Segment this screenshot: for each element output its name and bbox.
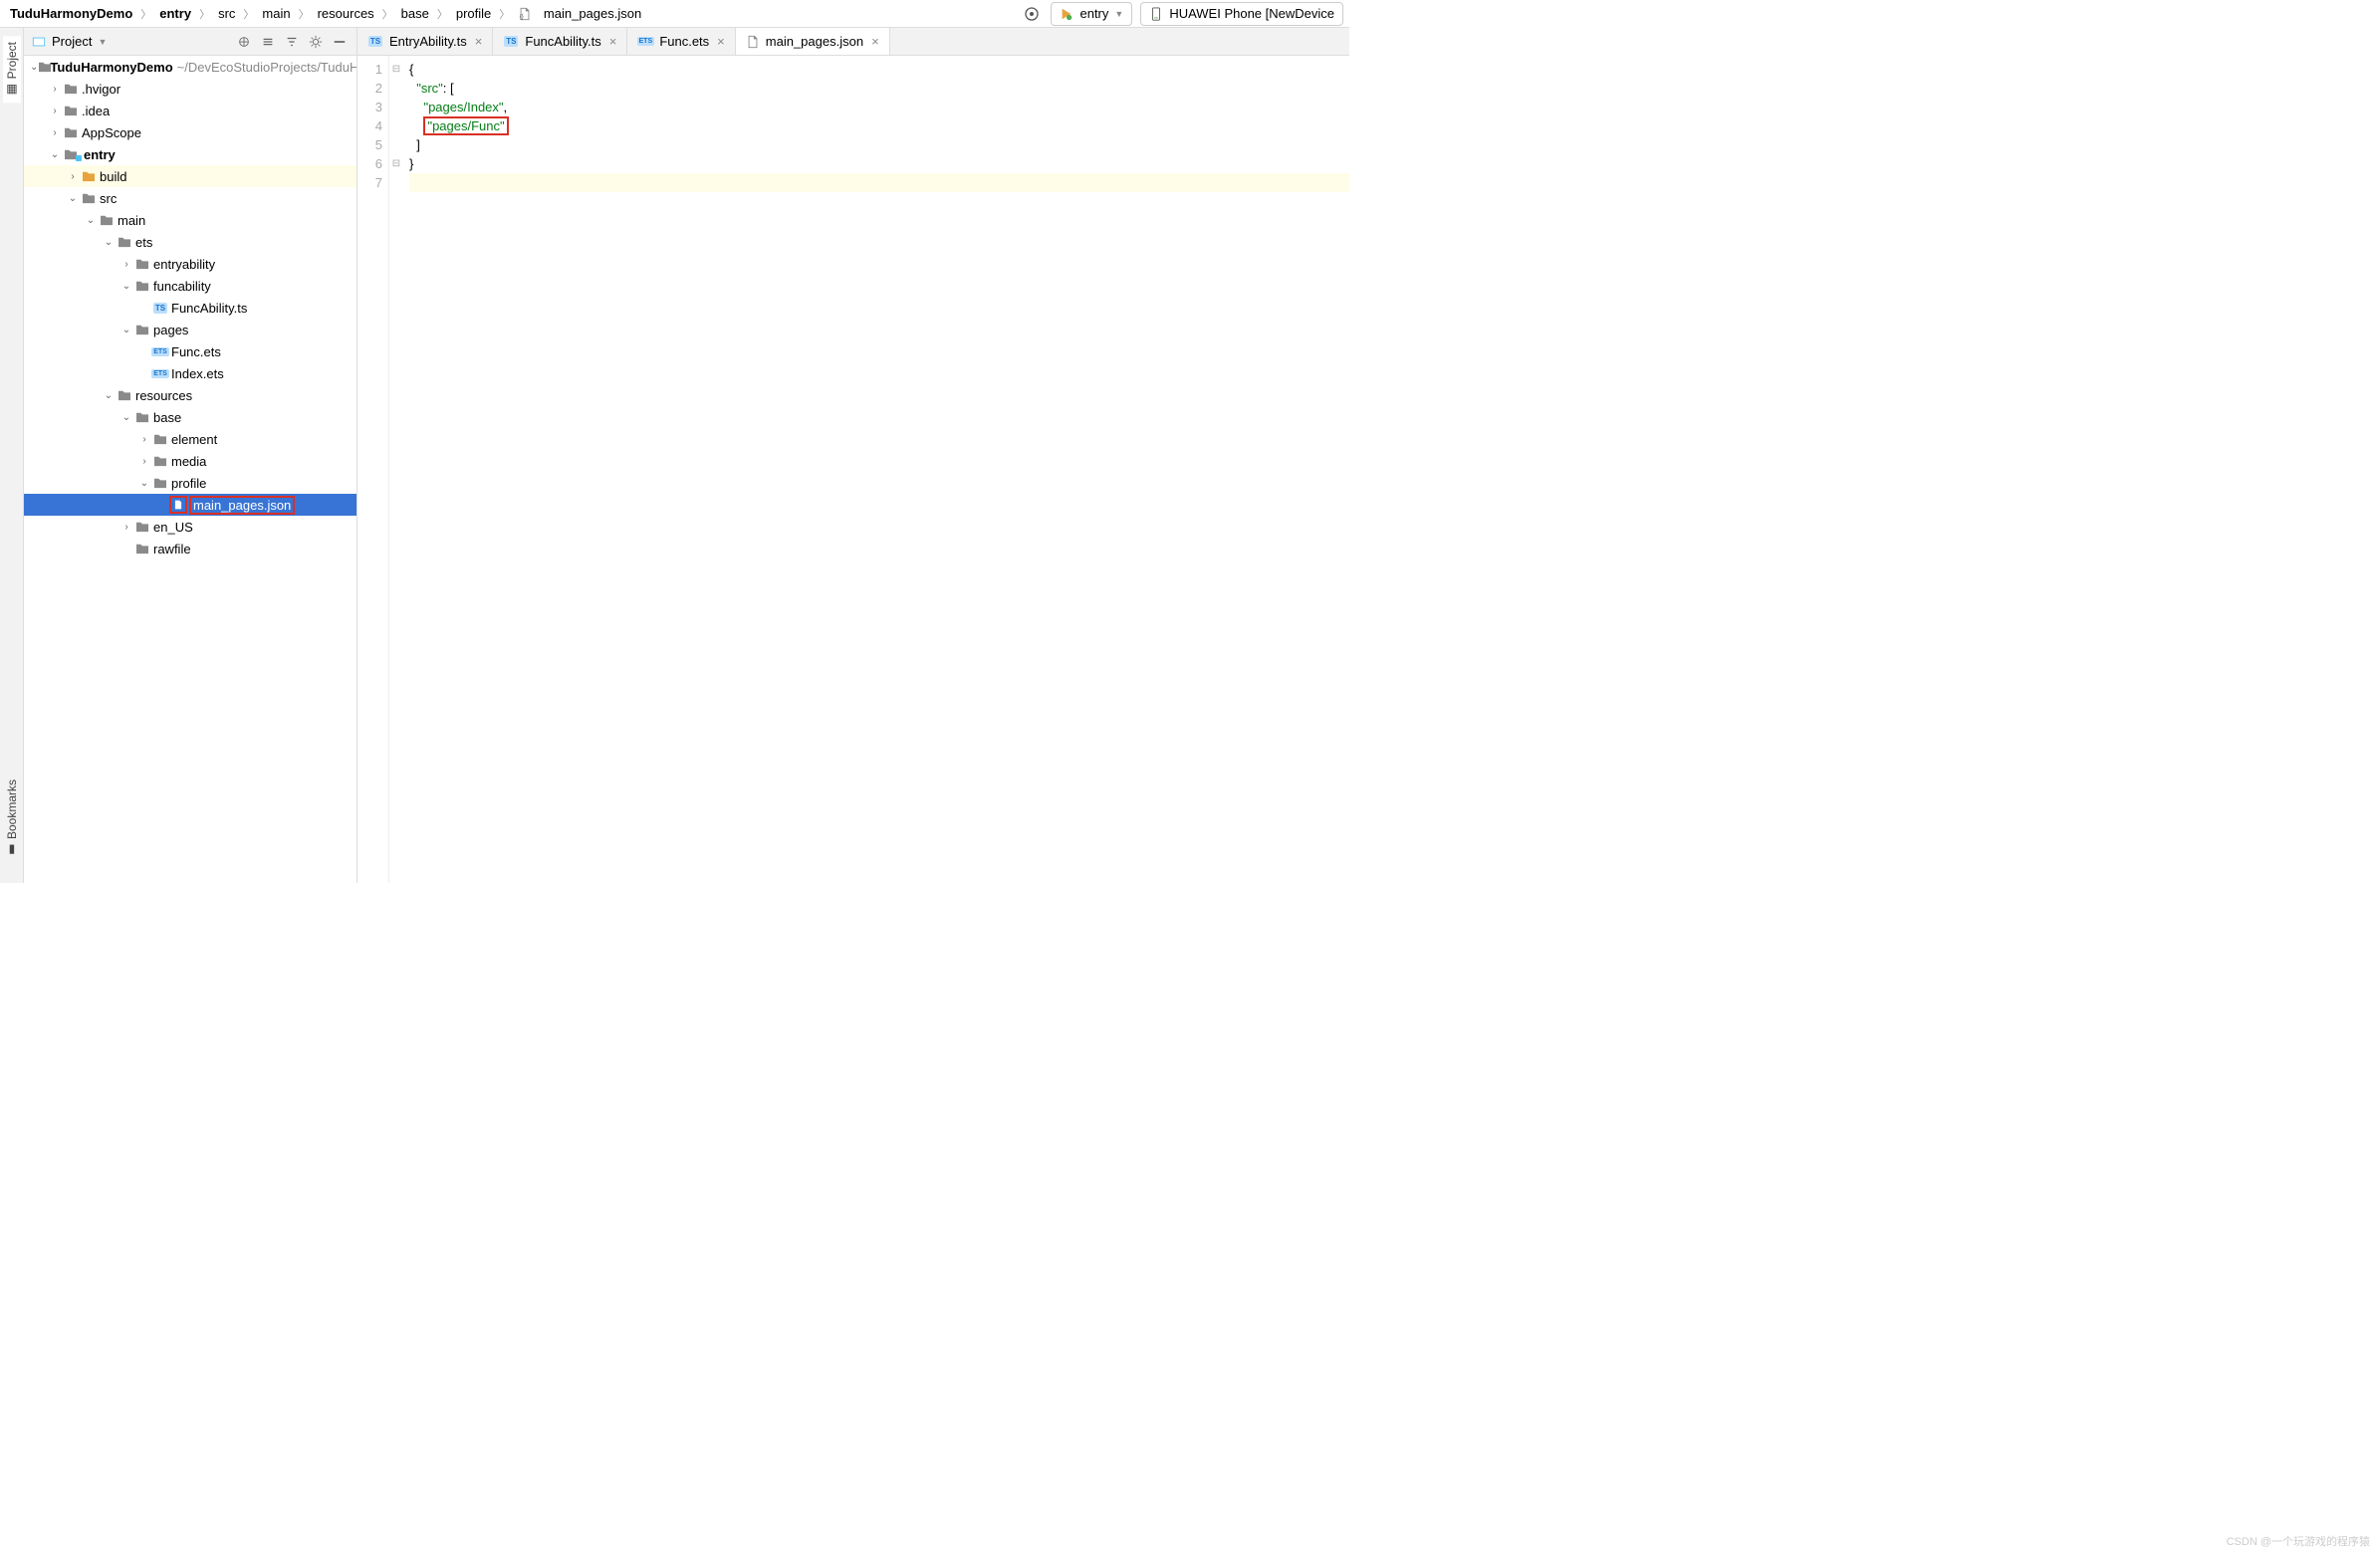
tree-funcability[interactable]: ⌄funcability (24, 275, 357, 297)
left-gutter: ▦Project ▮Bookmarks (0, 28, 24, 883)
hide-icon[interactable] (331, 33, 349, 51)
project-tree: ⌄TuduHarmonyDemo~/DevEcoStudioProjects/T… (24, 56, 357, 883)
tree-src[interactable]: ⌄src (24, 187, 357, 209)
line-gutter: 1234567 (357, 56, 389, 883)
breadcrumb: TuduHarmonyDemo〉 entry〉 src〉 main〉 resou… (6, 4, 645, 23)
tree-main[interactable]: ⌄main (24, 209, 357, 231)
chevron-right-icon: 〉 (140, 6, 151, 22)
chevron-right-icon: 〉 (382, 6, 393, 22)
tree-build[interactable]: ›build (24, 165, 357, 187)
crumb-main[interactable]: main (258, 4, 294, 23)
watermark: CSDN @一个玩游戏的程序猿 (2227, 1533, 2370, 1549)
code-editor[interactable]: 1234567 ⊟⊟ { "src": [ "pages/Index", "pa… (357, 56, 1349, 883)
tree-funcability-ts[interactable]: TSFuncAbility.ts (24, 297, 357, 319)
tree-entry[interactable]: ⌄entry (24, 143, 357, 165)
tree-entryability[interactable]: ›entryability (24, 253, 357, 275)
tree-resources[interactable]: ⌄resources (24, 384, 357, 406)
chevron-right-icon: 〉 (499, 6, 510, 22)
tree-func-ets[interactable]: ETSFunc.ets (24, 340, 357, 362)
tree-ets[interactable]: ⌄ets (24, 231, 357, 253)
chevron-right-icon: 〉 (243, 6, 254, 22)
crumb-src[interactable]: src (214, 4, 239, 23)
tree-base[interactable]: ⌄base (24, 406, 357, 428)
crumb-entry[interactable]: entry (155, 4, 195, 23)
tree-idea[interactable]: ›.idea (24, 100, 357, 121)
tree-hvigor[interactable]: ›.hvigor (24, 78, 357, 100)
gear-icon[interactable] (307, 33, 325, 51)
tab-main-pages[interactable]: main_pages.json× (736, 28, 890, 55)
sidetab-project[interactable]: ▦Project (3, 36, 21, 103)
svg-text:{}: {} (175, 504, 179, 510)
collapse-all-icon[interactable] (283, 33, 301, 51)
code-body[interactable]: { "src": [ "pages/Index", "pages/Func" ]… (403, 56, 1349, 883)
tree-profile[interactable]: ⌄profile (24, 472, 357, 494)
tab-funcability[interactable]: TSFuncAbility.ts× (493, 28, 627, 55)
top-toolbar: TuduHarmonyDemo〉 entry〉 src〉 main〉 resou… (0, 0, 1349, 28)
editor-tabs: TSEntryAbility.ts× TSFuncAbility.ts× ETS… (357, 28, 1349, 56)
run-config-combo[interactable]: entry ▼ (1051, 2, 1132, 26)
chevron-right-icon: 〉 (299, 6, 310, 22)
tree-enus[interactable]: ›en_US (24, 516, 357, 538)
tree-media[interactable]: ›media (24, 450, 357, 472)
project-panel-title: Project (52, 34, 92, 49)
tree-pages[interactable]: ⌄pages (24, 319, 357, 340)
tab-entryability[interactable]: TSEntryAbility.ts× (357, 28, 493, 55)
tree-rawfile[interactable]: rawfile (24, 538, 357, 559)
select-opened-icon[interactable] (235, 33, 253, 51)
expand-all-icon[interactable] (259, 33, 277, 51)
target-icon[interactable] (1021, 3, 1043, 25)
crumb-file[interactable]: {} main_pages.json (514, 4, 645, 23)
device-combo[interactable]: HUAWEI Phone [NewDevice (1140, 2, 1343, 26)
chevron-right-icon: 〉 (437, 6, 448, 22)
sidetab-bookmarks[interactable]: ▮Bookmarks (3, 774, 21, 863)
tree-element[interactable]: ›element (24, 428, 357, 450)
crumb-base[interactable]: base (397, 4, 433, 23)
tree-appscope[interactable]: ›AppScope (24, 121, 357, 143)
project-panel-header: Project ▼ (24, 28, 357, 56)
close-icon[interactable]: × (871, 34, 879, 49)
chevron-down-icon[interactable]: ▼ (98, 37, 107, 47)
editor-area: TSEntryAbility.ts× TSFuncAbility.ts× ETS… (357, 28, 1349, 883)
svg-text:{}: {} (520, 13, 524, 20)
chevron-right-icon: 〉 (199, 6, 210, 22)
close-icon[interactable]: × (475, 34, 483, 49)
fold-gutter: ⊟⊟ (389, 56, 403, 883)
chevron-down-icon: ▼ (1114, 9, 1123, 19)
crumb-profile[interactable]: profile (452, 4, 495, 23)
top-actions: entry ▼ HUAWEI Phone [NewDevice (1021, 2, 1343, 26)
close-icon[interactable]: × (717, 34, 725, 49)
tree-index-ets[interactable]: ETSIndex.ets (24, 362, 357, 384)
close-icon[interactable]: × (609, 34, 617, 49)
project-panel: Project ▼ ⌄TuduHarmonyDemo~/DevEcoStudio… (24, 28, 357, 883)
crumb-resources[interactable]: resources (314, 4, 378, 23)
tree-main-pages-json[interactable]: {}main_pages.json (24, 494, 357, 516)
tab-func-ets[interactable]: ETSFunc.ets× (627, 28, 735, 55)
crumb-root[interactable]: TuduHarmonyDemo (6, 4, 136, 23)
tree-root[interactable]: ⌄TuduHarmonyDemo~/DevEcoStudioProjects/T… (24, 56, 357, 78)
